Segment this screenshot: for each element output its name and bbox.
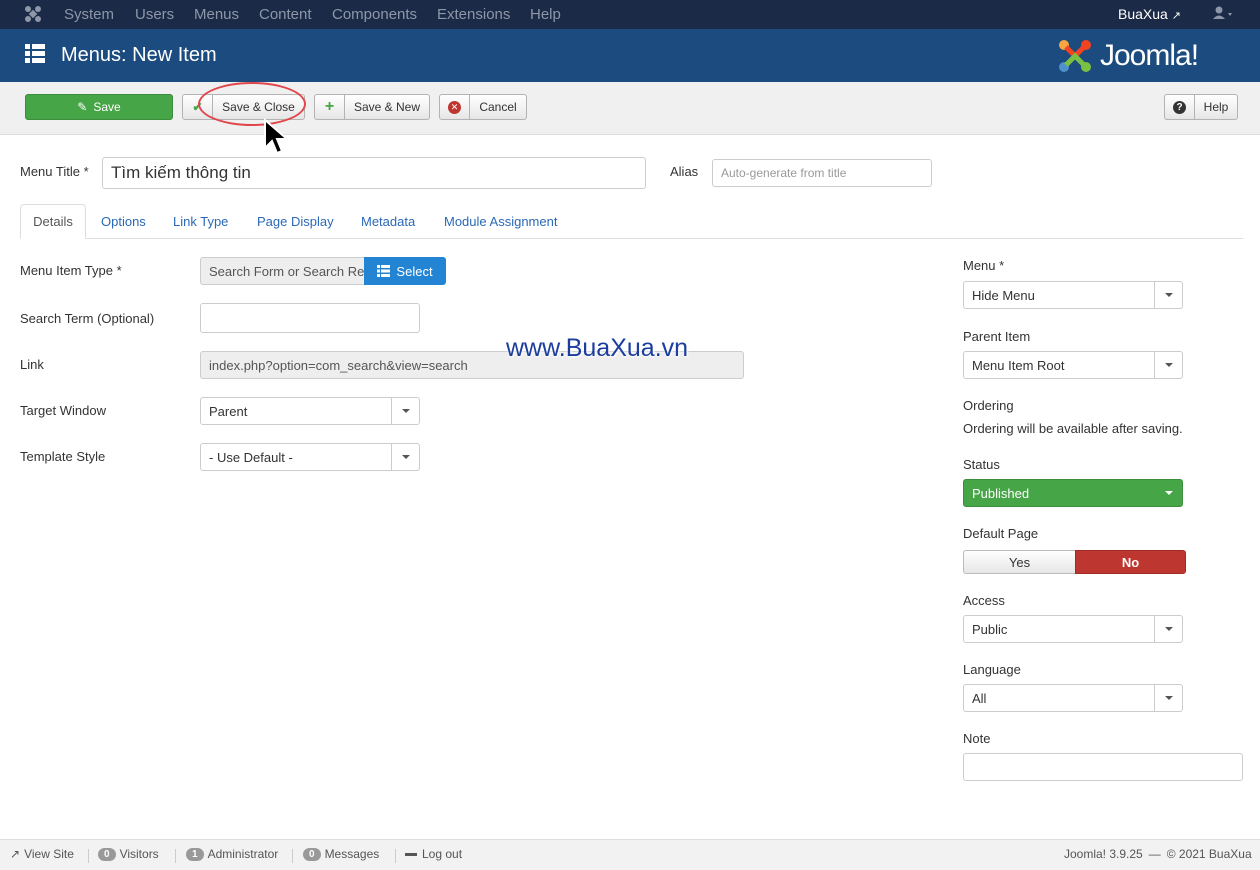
ordering-label: Ordering [963,398,1014,413]
tab-options[interactable]: Options [101,204,146,239]
tab-module-assignment[interactable]: Module Assignment [444,204,557,239]
chevron-down-icon [391,444,419,470]
watermark-text: www.BuaXua.vn [506,334,689,362]
external-link-icon: ↗ [1171,10,1181,22]
footer-divider [88,849,89,863]
note-field[interactable] [963,753,1243,781]
status-select[interactable]: Published [963,479,1183,507]
link-label: Link [20,357,44,372]
default-yes-button[interactable]: Yes [963,550,1075,574]
language-select[interactable]: All [963,684,1183,712]
access-select[interactable]: Public [963,615,1183,643]
topnav-menus[interactable]: Menus [194,6,239,23]
language-label: Language [963,662,1021,677]
question-icon: ? [1165,95,1195,119]
view-site-link[interactable]: ↗ View Site [10,847,74,861]
site-name: BuaXua [1118,6,1168,22]
topnav-users[interactable]: Users [135,6,174,23]
search-term-field[interactable] [200,303,420,333]
parent-item-select[interactable]: Menu Item Root [963,351,1183,379]
tab-page-display[interactable]: Page Display [257,204,334,239]
joomla-logo-icon[interactable] [24,5,42,23]
messages-count-badge: 0 [303,847,321,861]
minus-icon [405,852,417,856]
top-navbar: System Users Menus Content Components Ex… [0,0,1260,29]
cancel-circle-icon: ✕ [440,95,470,119]
visitors-status[interactable]: 0 Visitors [98,847,159,861]
footer-divider [292,849,293,863]
help-button[interactable]: ? Help [1164,94,1238,120]
template-style-label: Template Style [20,449,106,464]
menu-item-type-field: Search Form or Search Re [200,257,366,285]
menu-list-icon [25,44,45,67]
menu-select[interactable]: Hide Menu [963,281,1183,309]
topnav-components[interactable]: Components [332,6,417,23]
alias-label: Alias [670,164,699,179]
chevron-down-icon [1154,352,1182,378]
version-info: Joomla! 3.9.25 — © 2021 BuaXua [1064,847,1252,861]
admin-count-badge: 1 [186,847,204,861]
alias-field[interactable]: Auto-generate from title [712,159,932,187]
user-icon[interactable] [1212,6,1234,25]
site-link[interactable]: BuaXua ↗ [1118,6,1181,22]
topnav-system[interactable]: System [64,6,114,23]
parent-item-label: Parent Item [963,329,1031,344]
plus-icon: + [315,95,345,119]
chevron-down-icon [1154,282,1182,308]
menu-title-label: Menu Title * [20,164,89,179]
logout-link[interactable]: Log out [405,847,462,861]
topnav-content[interactable]: Content [259,6,312,23]
save-button[interactable]: ✎ Save [25,94,173,120]
search-term-label: Search Term (Optional) [20,311,155,326]
page-header: Menus: New Item Joomla! [0,29,1260,83]
visitors-count-badge: 0 [98,847,116,861]
cancel-button[interactable]: ✕ Cancel [439,94,527,120]
edit-icon: ✎ [77,100,88,114]
footer-divider [395,849,396,863]
target-window-label: Target Window [20,403,106,418]
chevron-down-icon [391,398,419,424]
default-no-button[interactable]: No [1075,550,1186,574]
tab-link-type[interactable]: Link Type [173,204,228,239]
topnav-help[interactable]: Help [530,6,561,23]
footer-divider [175,849,176,863]
select-type-button[interactable]: Select [364,257,446,285]
joomla-brand-logo: Joomla! [1056,37,1241,75]
note-label: Note [963,731,991,746]
menu-item-type-label: Menu Item Type * [20,263,122,278]
list-icon [377,265,391,277]
joomla-logo-text: Joomla! [1100,39,1199,72]
administrator-status[interactable]: 1 Administrator [186,847,278,861]
toolbar: ✎ Save ✔ Save & Close + Save & New ✕ Can… [0,82,1260,155]
status-bar: ↗ View Site 0 Visitors 1 Administrator 0… [0,839,1260,870]
chevron-down-icon [1155,480,1182,506]
save-new-button[interactable]: + Save & New [314,94,430,120]
page-title: Menus: New Item [61,44,217,66]
access-label: Access [963,593,1005,608]
template-style-select[interactable]: - Use Default - [200,443,420,471]
ordering-text: Ordering will be available after saving. [963,421,1183,436]
chevron-down-icon [1154,616,1182,642]
topnav-extensions[interactable]: Extensions [437,6,510,23]
external-link-icon: ↗ [10,847,21,861]
chevron-down-icon [1154,685,1182,711]
tab-metadata[interactable]: Metadata [361,204,415,239]
menu-label: Menu * [963,258,1005,273]
status-label: Status [963,457,1000,472]
mouse-cursor-icon [263,117,291,161]
tab-details[interactable]: Details [20,204,86,239]
default-page-label: Default Page [963,526,1039,541]
target-window-select[interactable]: Parent [200,397,420,425]
messages-status[interactable]: 0 Messages [303,847,379,861]
menu-title-field[interactable]: Tìm kiếm thông tin [102,157,646,189]
